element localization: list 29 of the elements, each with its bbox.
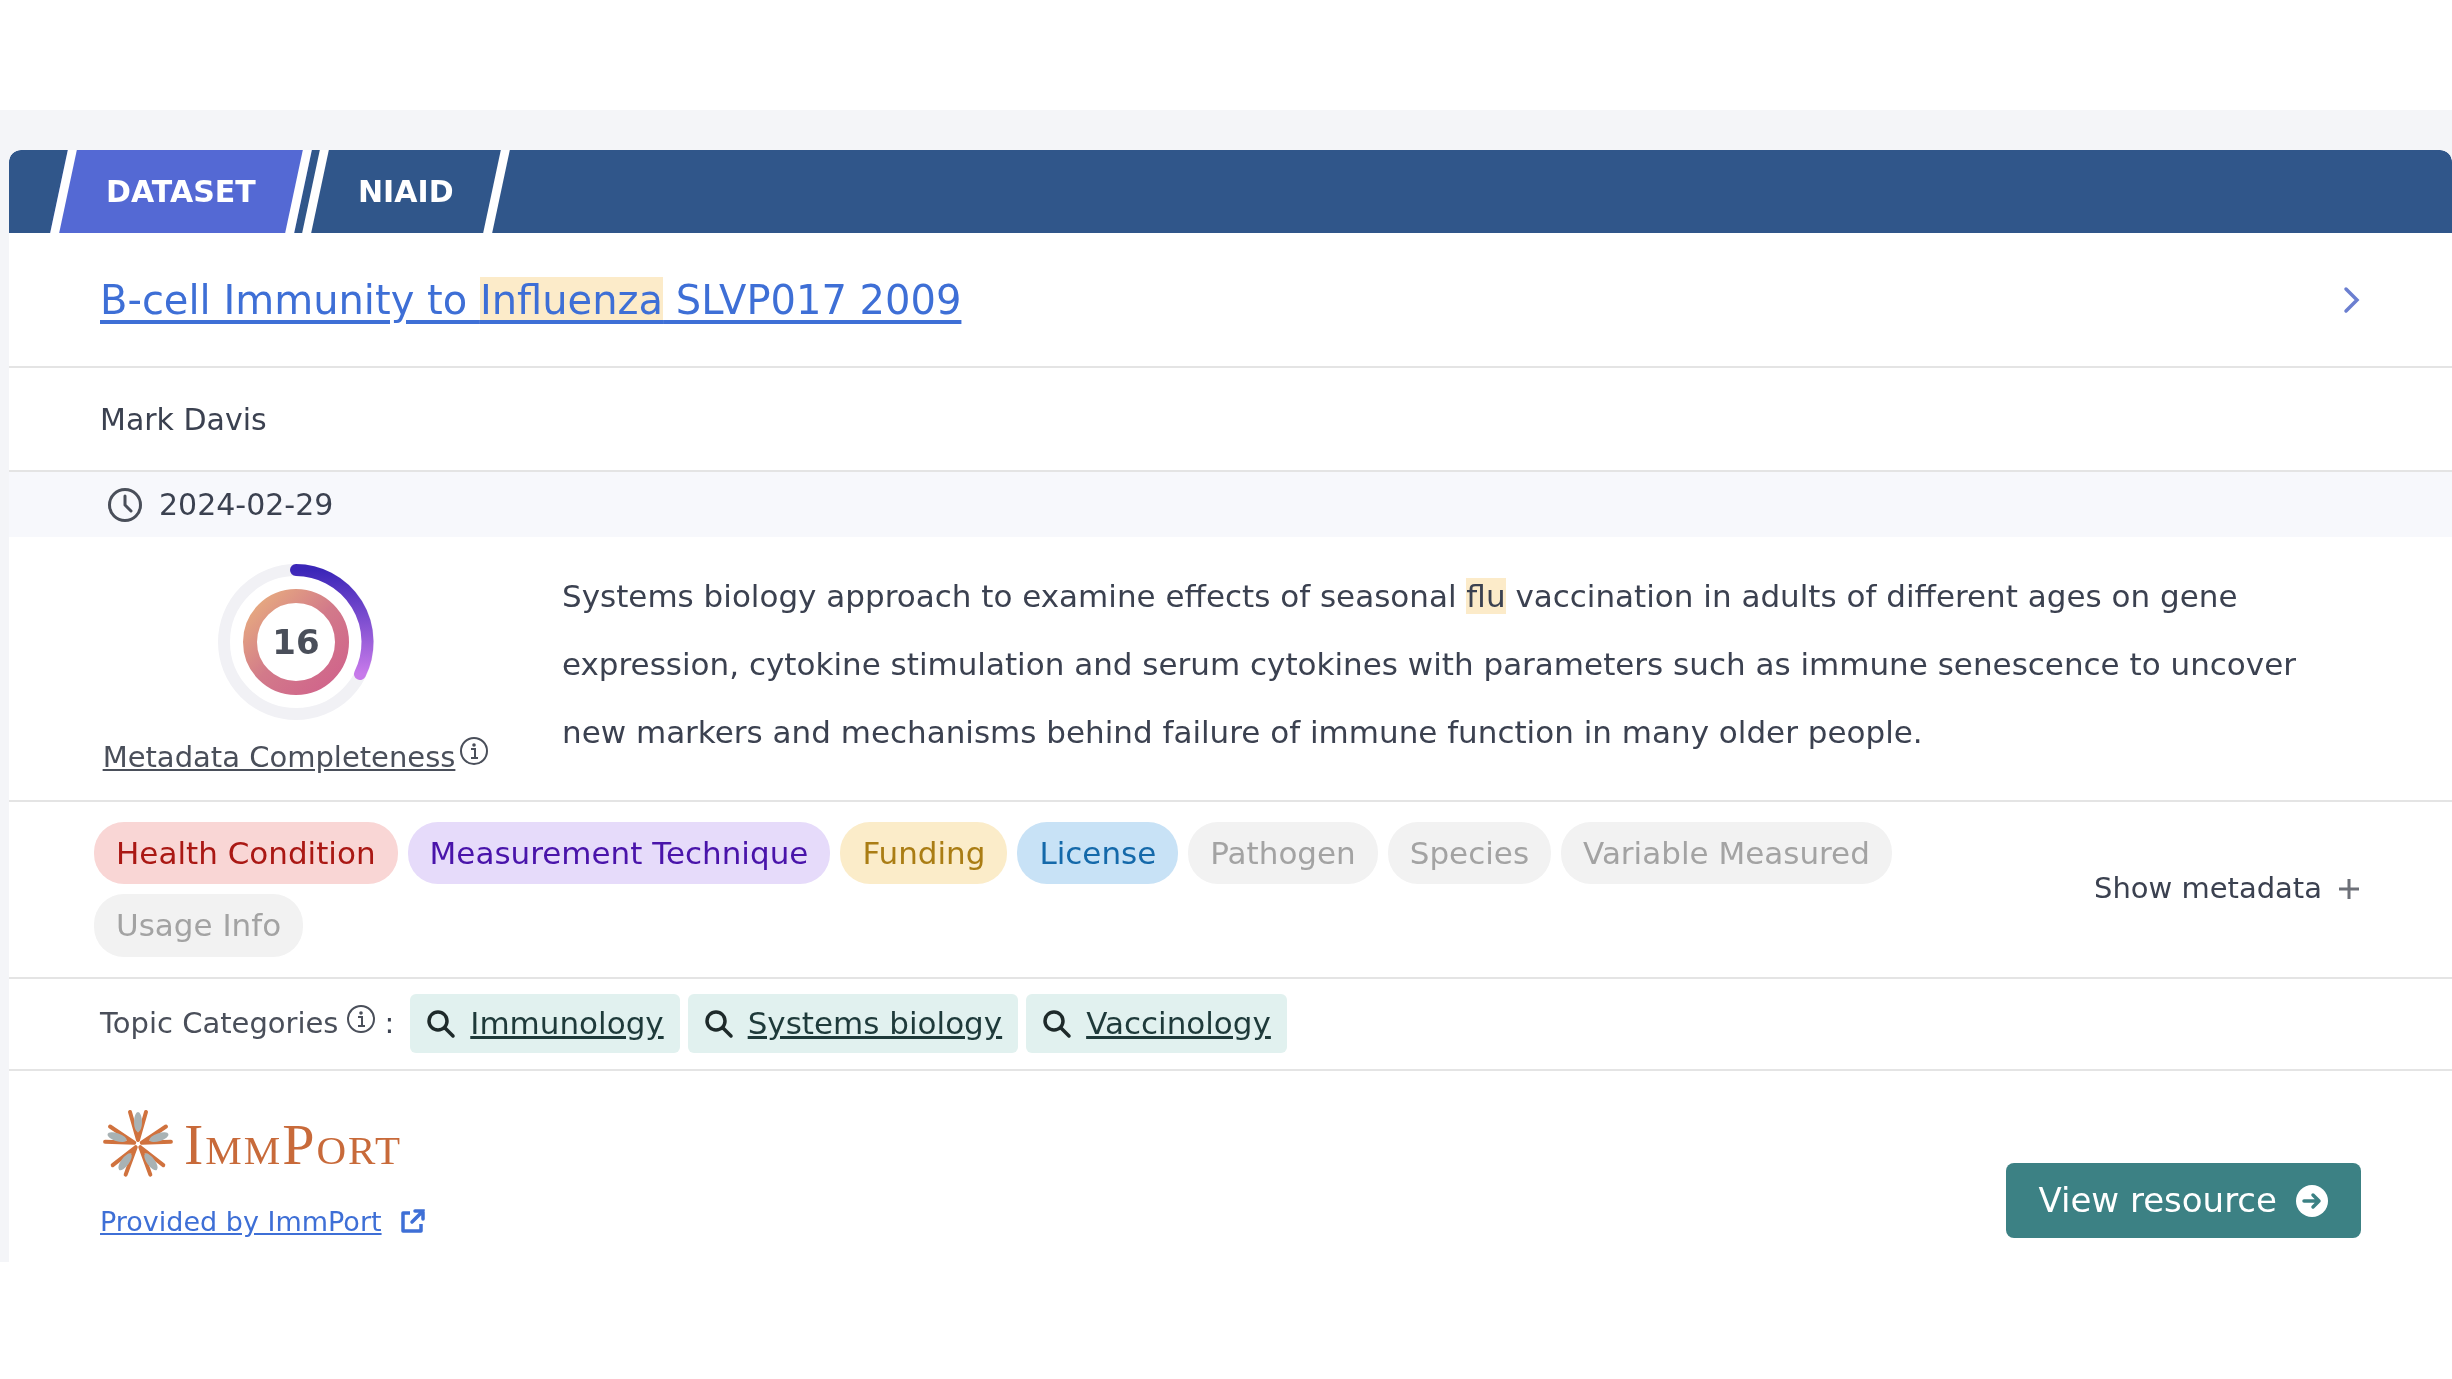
topic-link[interactable]: Systems biology bbox=[687, 994, 1019, 1053]
plus-icon bbox=[2338, 878, 2360, 900]
show-metadata-button[interactable]: Show metadata bbox=[2092, 866, 2361, 912]
clock-icon bbox=[107, 486, 143, 523]
completeness-score: 16 bbox=[272, 620, 320, 664]
immport-logo: ImmPort bbox=[100, 1100, 426, 1188]
description-text: Systems biology approach to examine effects of seasonal flu vaccination in adults of different ages on gene expression, cytokine stimulation and serum cytokines with parameters such as immune senescence to uncover new markers and mechanisms behind failure of immune function in many older people. bbox=[562, 577, 2297, 752]
search-icon bbox=[1042, 1008, 1073, 1039]
metadata-completeness-link[interactable]: Metadata Completeness bbox=[102, 736, 456, 780]
topic-link[interactable]: Vaccinology bbox=[1026, 994, 1287, 1053]
topic-categories-label: Topic Categories bbox=[100, 1004, 339, 1042]
search-icon bbox=[703, 1008, 734, 1039]
view-resource-button[interactable]: View resource bbox=[2006, 1163, 2361, 1238]
type-tag: DATASET bbox=[50, 150, 312, 233]
metadata-tag[interactable]: Funding bbox=[840, 821, 1008, 884]
topic-link[interactable]: Immunology bbox=[410, 994, 680, 1053]
date-text: 2024-02-29 bbox=[159, 486, 334, 524]
search-icon bbox=[426, 1008, 457, 1039]
metadata-tag[interactable]: License bbox=[1017, 821, 1179, 884]
arrow-right-icon bbox=[2295, 1183, 2329, 1218]
dataset-title-link[interactable]: B-cell Immunity to Influenza SLVP017 2009 bbox=[100, 269, 962, 330]
chevron-right-icon[interactable] bbox=[2343, 285, 2361, 314]
info-icon[interactable] bbox=[346, 1003, 377, 1034]
author-name: Mark Davis bbox=[100, 400, 267, 439]
provider-link[interactable]: Provided by ImmPort bbox=[100, 1201, 382, 1242]
separator-text: : bbox=[384, 1004, 395, 1042]
metadata-tag[interactable]: Health Condition bbox=[94, 821, 398, 884]
info-icon[interactable] bbox=[459, 735, 490, 766]
metadata-tag[interactable]: Measurement Technique bbox=[407, 821, 831, 884]
